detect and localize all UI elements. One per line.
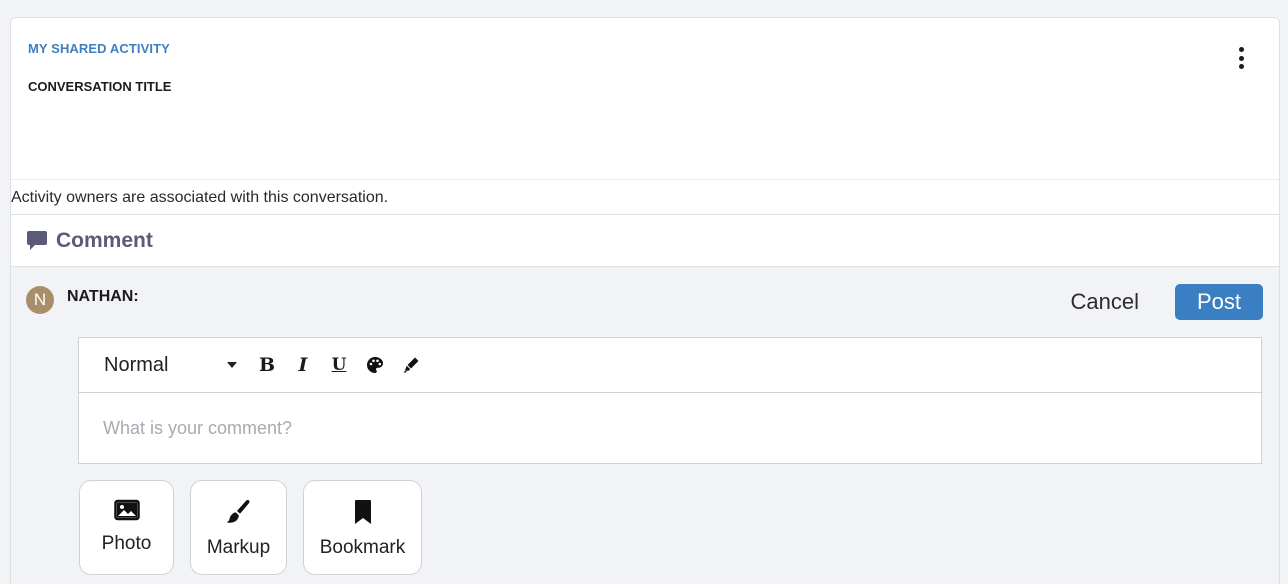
markup-label: Markup — [206, 537, 271, 558]
bold-button[interactable]: B — [249, 350, 285, 380]
comment-section-header: Comment — [11, 215, 1279, 267]
kebab-dot — [1238, 55, 1244, 61]
bookmark-label: Bookmark — [319, 537, 406, 558]
format-select-value: Normal — [104, 353, 169, 376]
text-color-button[interactable] — [357, 350, 393, 380]
italic-button[interactable]: I — [285, 350, 321, 380]
rich-text-editor: Normal B I U — [78, 337, 1262, 464]
comment-icon — [27, 231, 47, 250]
comment-heading: Comment — [56, 228, 153, 252]
conversation-title: CONVERSATION TITLE — [28, 79, 172, 94]
format-select[interactable]: Normal — [104, 354, 249, 377]
kebab-dot — [1238, 64, 1244, 69]
underline-button[interactable]: U — [321, 350, 357, 380]
marker-icon — [403, 357, 419, 373]
photo-icon — [113, 499, 140, 521]
bookmark-icon — [354, 500, 371, 524]
activity-label[interactable]: MY SHARED ACTIVITY — [28, 41, 170, 56]
user-name: NATHAN: — [67, 288, 139, 305]
kebab-dot — [1238, 47, 1244, 52]
attachment-bar: Photo Markup Bookmark — [79, 480, 422, 575]
conversation-card: MY SHARED ACTIVITY CONVERSATION TITLE Ac… — [10, 17, 1280, 584]
photo-label: Photo — [101, 533, 152, 554]
chevron-down-icon — [227, 362, 237, 368]
bookmark-button[interactable]: Bookmark — [303, 480, 422, 575]
post-button[interactable]: Post — [1175, 284, 1263, 320]
photo-button[interactable]: Photo — [79, 480, 174, 575]
editor-toolbar: Normal B I U — [79, 338, 1261, 393]
paintbrush-icon — [226, 500, 250, 523]
palette-icon — [367, 357, 383, 373]
markup-button[interactable]: Markup — [190, 480, 287, 575]
highlight-button[interactable] — [393, 350, 429, 380]
cancel-button[interactable]: Cancel — [1071, 289, 1139, 315]
avatar: N — [26, 286, 54, 314]
card-header: MY SHARED ACTIVITY CONVERSATION TITLE — [11, 18, 1279, 180]
comment-input[interactable] — [79, 393, 1261, 463]
owners-note: Activity owners are associated with this… — [11, 180, 1279, 215]
comment-composer: N NATHAN: Cancel Post Normal B I U What … — [11, 267, 1279, 584]
more-options-icon[interactable] — [1235, 45, 1247, 71]
